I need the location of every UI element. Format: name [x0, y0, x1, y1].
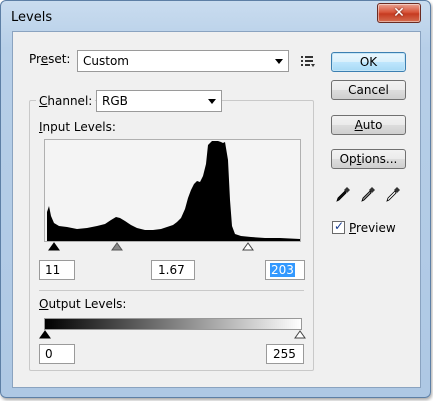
- checkmark-icon: ✓: [334, 219, 345, 233]
- chevron-down-icon: [208, 99, 216, 104]
- preview-checkbox[interactable]: ✓: [332, 219, 345, 234]
- input-gamma-field[interactable]: 1.67: [151, 260, 195, 280]
- chevron-down-icon: [275, 59, 283, 64]
- close-button[interactable]: ✕: [377, 3, 421, 23]
- preset-value: Custom: [83, 54, 129, 68]
- output-levels-label: Output Levels:: [39, 297, 127, 311]
- histogram-area: [47, 141, 300, 241]
- output-slider-track[interactable]: [39, 330, 307, 340]
- output-gradient-bar: [44, 318, 302, 330]
- preset-label: Preset:: [29, 52, 71, 66]
- gray-point-eyedropper-icon[interactable]: [359, 185, 377, 203]
- input-white-field[interactable]: 203: [265, 260, 305, 280]
- close-icon: ✕: [393, 5, 405, 21]
- title-bar[interactable]: Levels ✕: [1, 1, 430, 31]
- options-button[interactable]: Options...: [331, 149, 406, 169]
- channel-label: Channel:: [36, 94, 96, 108]
- auto-button[interactable]: Auto: [331, 115, 406, 135]
- black-point-eyedropper-icon[interactable]: [334, 185, 352, 203]
- levels-dialog: Levels ✕ Preset: Custom Channel: RGB Inp…: [0, 0, 431, 398]
- histogram: [44, 139, 301, 242]
- channel-value: RGB: [102, 94, 128, 108]
- window-title: Levels: [11, 10, 53, 25]
- histogram-graph: [47, 141, 300, 241]
- dialog-body: Preset: Custom Channel: RGB Input Levels…: [12, 31, 421, 388]
- input-levels-label: Input Levels:: [39, 120, 116, 134]
- input-black-field[interactable]: 11: [39, 260, 75, 280]
- separator: [39, 290, 304, 291]
- output-white-field[interactable]: 255: [266, 344, 304, 364]
- input-gamma-slider-icon[interactable]: [111, 242, 123, 251]
- preset-dropdown[interactable]: Custom: [77, 50, 289, 72]
- preset-options-icon[interactable]: [300, 54, 316, 68]
- output-black-slider-icon[interactable]: [39, 330, 51, 339]
- cancel-button[interactable]: Cancel: [331, 80, 406, 100]
- output-white-slider-icon[interactable]: [294, 330, 306, 339]
- input-slider-track[interactable]: [44, 242, 302, 252]
- white-point-eyedropper-icon[interactable]: [384, 185, 402, 203]
- input-black-slider-icon[interactable]: [48, 242, 60, 251]
- input-white-slider-icon[interactable]: [242, 242, 254, 251]
- preview-label[interactable]: Preview: [349, 221, 396, 235]
- output-black-field[interactable]: 0: [39, 344, 75, 364]
- ok-button[interactable]: OK: [331, 52, 406, 72]
- channel-dropdown[interactable]: RGB: [96, 90, 222, 112]
